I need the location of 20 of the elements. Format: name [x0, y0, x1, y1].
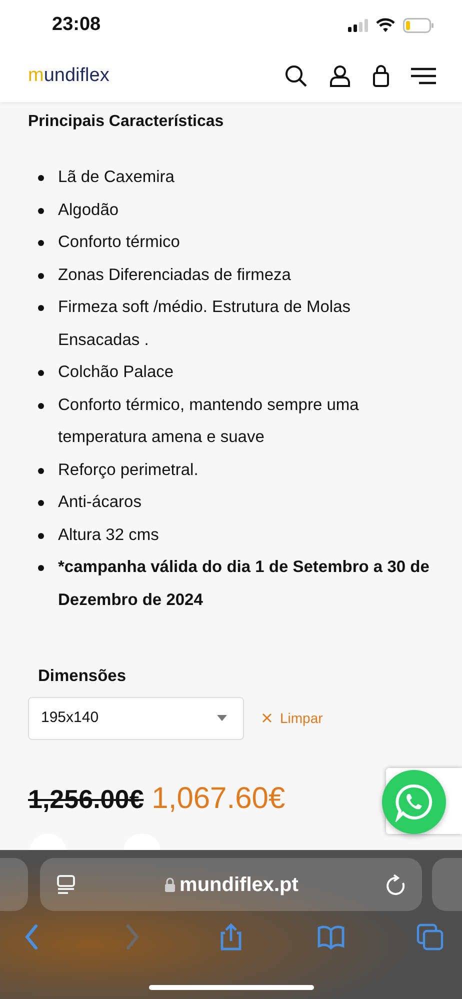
list-item: Zonas Diferenciadas de firmeza: [58, 264, 291, 286]
logo[interactable]: mundiflex: [28, 62, 110, 90]
clock-time: 23:08: [52, 12, 101, 37]
dimension-select[interactable]: 195x140: [28, 696, 244, 740]
field-label: Dimensões: [38, 666, 128, 688]
list-item: Lã de Caxemira: [58, 167, 174, 188]
list-item: Algodão: [58, 200, 119, 221]
sale-price: 1,067.60€: [152, 780, 286, 817]
list-item: Firmeza soft /médio. Estrutura de Molas Ensacadas .: [58, 297, 352, 351]
section-heading: Principais Características: [28, 112, 225, 132]
list-item: Altura 32 cms: [58, 524, 159, 546]
list-item: Anti-ácaros: [58, 492, 142, 514]
list-item: *campanha válida do dia 1 de Setembro a 30 de Dezembro de 2024: [58, 557, 430, 611]
list-item: Conforto térmico: [58, 232, 180, 254]
old-price: 1,256.00€: [28, 782, 144, 816]
list-item: Colchão Palace: [58, 362, 174, 384]
address-bar[interactable]: mundiflex.pt: [40, 858, 422, 911]
list-item: Conforto térmico, mantendo sempre uma temperatura amena e suave: [58, 394, 360, 448]
url-text: mundiflex.pt: [180, 872, 298, 898]
list-item: Reforço perimetral.: [58, 460, 198, 481]
